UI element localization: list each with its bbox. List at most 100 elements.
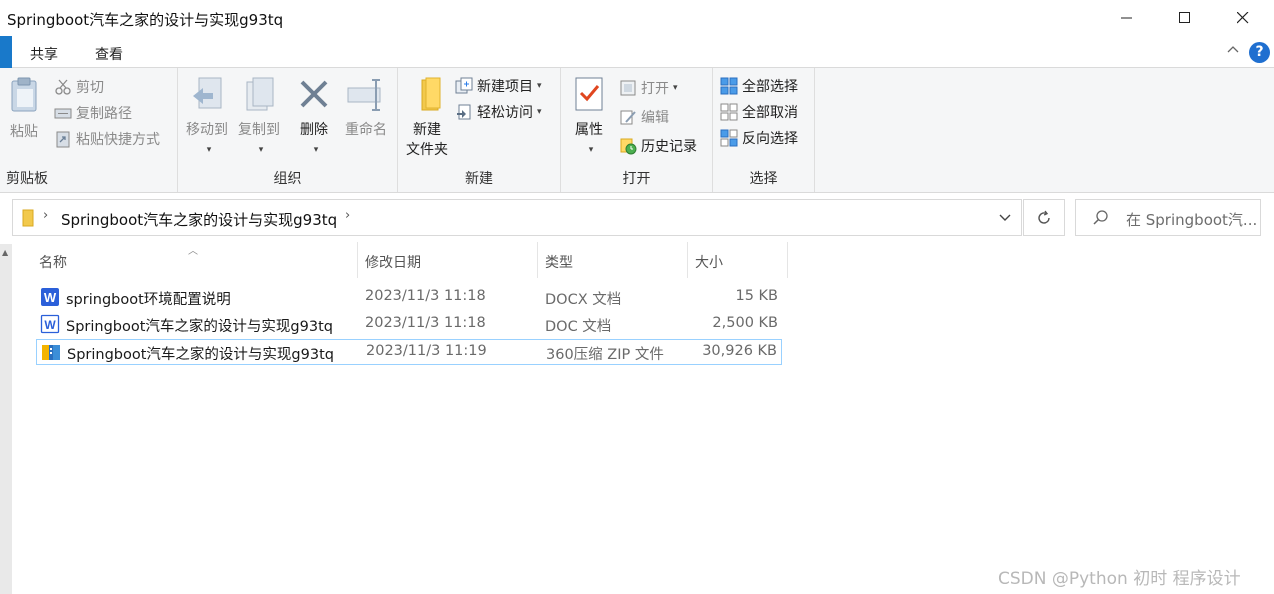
close-button[interactable] <box>1214 0 1272 36</box>
select-none-button[interactable]: 全部取消 <box>720 101 798 123</box>
word-docx-icon: W <box>41 288 59 306</box>
copy-to-label: 复制到 <box>238 122 280 138</box>
help-icon[interactable]: ? <box>1249 42 1270 63</box>
clipboard-group: 粘贴 剪切 复制路径 粘贴快捷方式 剪贴板 <box>0 68 178 192</box>
new-folder-button[interactable]: 新建 文件夹 <box>402 76 452 160</box>
tab-view[interactable]: 查看 <box>95 44 123 64</box>
clipboard-group-label: 剪贴板 <box>6 171 48 187</box>
open-button[interactable]: 打开 ▾ <box>619 77 678 99</box>
new-item-label: 新建项目 <box>477 79 533 95</box>
minimize-icon <box>1121 17 1132 19</box>
easy-access-label: 轻松访问 <box>477 105 533 121</box>
easy-access-icon <box>457 104 471 120</box>
invert-selection-icon <box>720 129 738 147</box>
easy-access-button[interactable]: 轻松访问 ▾ <box>455 101 542 123</box>
select-none-icon <box>720 103 738 121</box>
delete-button[interactable]: 删除 ▾ <box>292 76 336 160</box>
properties-button[interactable]: 属性 ▾ <box>567 76 611 160</box>
move-to-icon <box>193 77 222 109</box>
file-date: 2023/11/3 11:18 <box>365 288 486 304</box>
select-all-button[interactable]: 全部选择 <box>720 75 798 97</box>
invert-selection-button[interactable]: 反向选择 <box>720 127 798 149</box>
properties-label: 属性 <box>575 122 603 138</box>
history-icon <box>620 138 637 155</box>
navigation-pane-scrollbar[interactable]: ▲ <box>0 244 12 594</box>
rename-button[interactable]: 重命名 <box>340 76 392 140</box>
maximize-button[interactable] <box>1156 0 1214 36</box>
tab-file[interactable] <box>0 36 12 68</box>
properties-icon <box>575 77 603 111</box>
chevron-down-icon: ▾ <box>537 81 542 91</box>
search-placeholder: 在 Springboot汽... <box>1126 211 1258 229</box>
search-icon <box>1093 210 1108 225</box>
breadcrumb-chevron-icon[interactable]: › <box>345 208 350 223</box>
svg-text:W: W <box>44 290 57 305</box>
column-header-name[interactable]: 名称 <box>12 242 358 278</box>
new-item-button[interactable]: 新建项目 ▾ <box>455 75 542 97</box>
column-header-type[interactable]: 类型 <box>538 242 688 278</box>
open-group-label: 打开 <box>622 171 651 187</box>
invert-selection-label: 反向选择 <box>742 131 798 147</box>
column-header-size[interactable]: 大小 <box>688 242 788 278</box>
chevron-down-icon: ▾ <box>206 145 212 155</box>
tab-share[interactable]: 共享 <box>30 44 58 64</box>
cut-button[interactable]: 剪切 <box>54 76 104 98</box>
file-type: DOC 文档 <box>545 319 612 335</box>
delete-icon <box>300 80 328 108</box>
minimize-button[interactable] <box>1098 0 1156 36</box>
paste-label: 粘贴 <box>10 124 38 140</box>
new-group: 新建 文件夹 新建项目 ▾ 轻松访问 ▾ 新建 <box>398 68 561 192</box>
delete-label: 删除 <box>300 122 328 138</box>
new-folder-label-line1: 新建 <box>413 122 441 138</box>
cut-label: 剪切 <box>76 80 104 96</box>
select-all-label: 全部选择 <box>742 79 798 95</box>
paste-shortcut-icon <box>56 131 70 148</box>
address-bar[interactable]: › Springboot汽车之家的设计与实现g93tq › <box>12 199 1022 236</box>
file-row[interactable]: Springboot汽车之家的设计与实现g93tq 2023/11/3 11:1… <box>36 339 782 365</box>
file-size: 30,926 KB <box>702 343 777 359</box>
file-name: springboot环境配置说明 <box>66 292 231 308</box>
new-folder-label-line2: 文件夹 <box>406 142 448 158</box>
chevron-down-icon: ▾ <box>537 107 542 117</box>
paste-button[interactable]: 粘贴 <box>6 76 42 142</box>
breadcrumb-current[interactable]: Springboot汽车之家的设计与实现g93tq <box>61 209 337 230</box>
column-header-date[interactable]: 修改日期 <box>358 242 538 278</box>
rename-icon <box>347 79 381 111</box>
file-name: Springboot汽车之家的设计与实现g93tq <box>66 319 333 335</box>
select-none-label: 全部取消 <box>742 105 798 121</box>
move-to-button[interactable]: 移动到 ▾ <box>182 76 232 160</box>
paste-shortcut-label: 粘贴快捷方式 <box>76 132 160 148</box>
breadcrumb-chevron-icon[interactable]: › <box>43 208 48 223</box>
select-group-label: 选择 <box>749 171 778 187</box>
chevron-down-icon[interactable] <box>998 210 1012 224</box>
history-button[interactable]: 历史记录 <box>619 135 697 157</box>
word-doc-icon: W <box>40 314 60 334</box>
file-row[interactable]: W Springboot汽车之家的设计与实现g93tq 2023/11/3 11… <box>36 312 782 338</box>
scroll-up-icon[interactable]: ▲ <box>2 248 8 257</box>
refresh-icon <box>1038 210 1050 224</box>
file-row[interactable]: W springboot环境配置说明 2023/11/3 11:18 DOCX … <box>36 285 782 311</box>
file-type: 360压缩 ZIP 文件 <box>546 347 664 363</box>
new-group-label: 新建 <box>465 171 493 187</box>
ribbon: 粘贴 剪切 复制路径 粘贴快捷方式 剪贴板 移动到 ▾ 复制到 ▾ 删除 ▾ 重… <box>0 68 1274 193</box>
organize-group: 移动到 ▾ 复制到 ▾ 删除 ▾ 重命名 组织 <box>178 68 398 192</box>
paste-shortcut-button[interactable]: 粘贴快捷方式 <box>54 128 160 150</box>
copy-to-icon <box>246 77 274 111</box>
history-label: 历史记录 <box>641 139 697 155</box>
chevron-up-icon[interactable] <box>1226 43 1240 57</box>
edit-button[interactable]: 编辑 <box>619 106 669 128</box>
title-bar: Springboot汽车之家的设计与实现g93tq <box>0 0 1274 36</box>
new-item-icon <box>455 77 473 94</box>
copy-path-button[interactable]: 复制路径 <box>54 102 132 124</box>
refresh-button[interactable] <box>1023 199 1065 236</box>
copy-to-button[interactable]: 复制到 ▾ <box>234 76 284 160</box>
search-box[interactable]: 在 Springboot汽... <box>1075 199 1261 236</box>
svg-text:W: W <box>44 318 56 332</box>
copy-path-icon <box>54 108 72 119</box>
column-headers: ︿ 名称 修改日期 类型 大小 <box>12 242 792 278</box>
rename-label: 重命名 <box>345 122 387 138</box>
open-icon <box>620 80 636 96</box>
maximize-icon <box>1179 12 1190 23</box>
close-icon <box>1237 12 1249 24</box>
folder-icon <box>22 209 34 227</box>
